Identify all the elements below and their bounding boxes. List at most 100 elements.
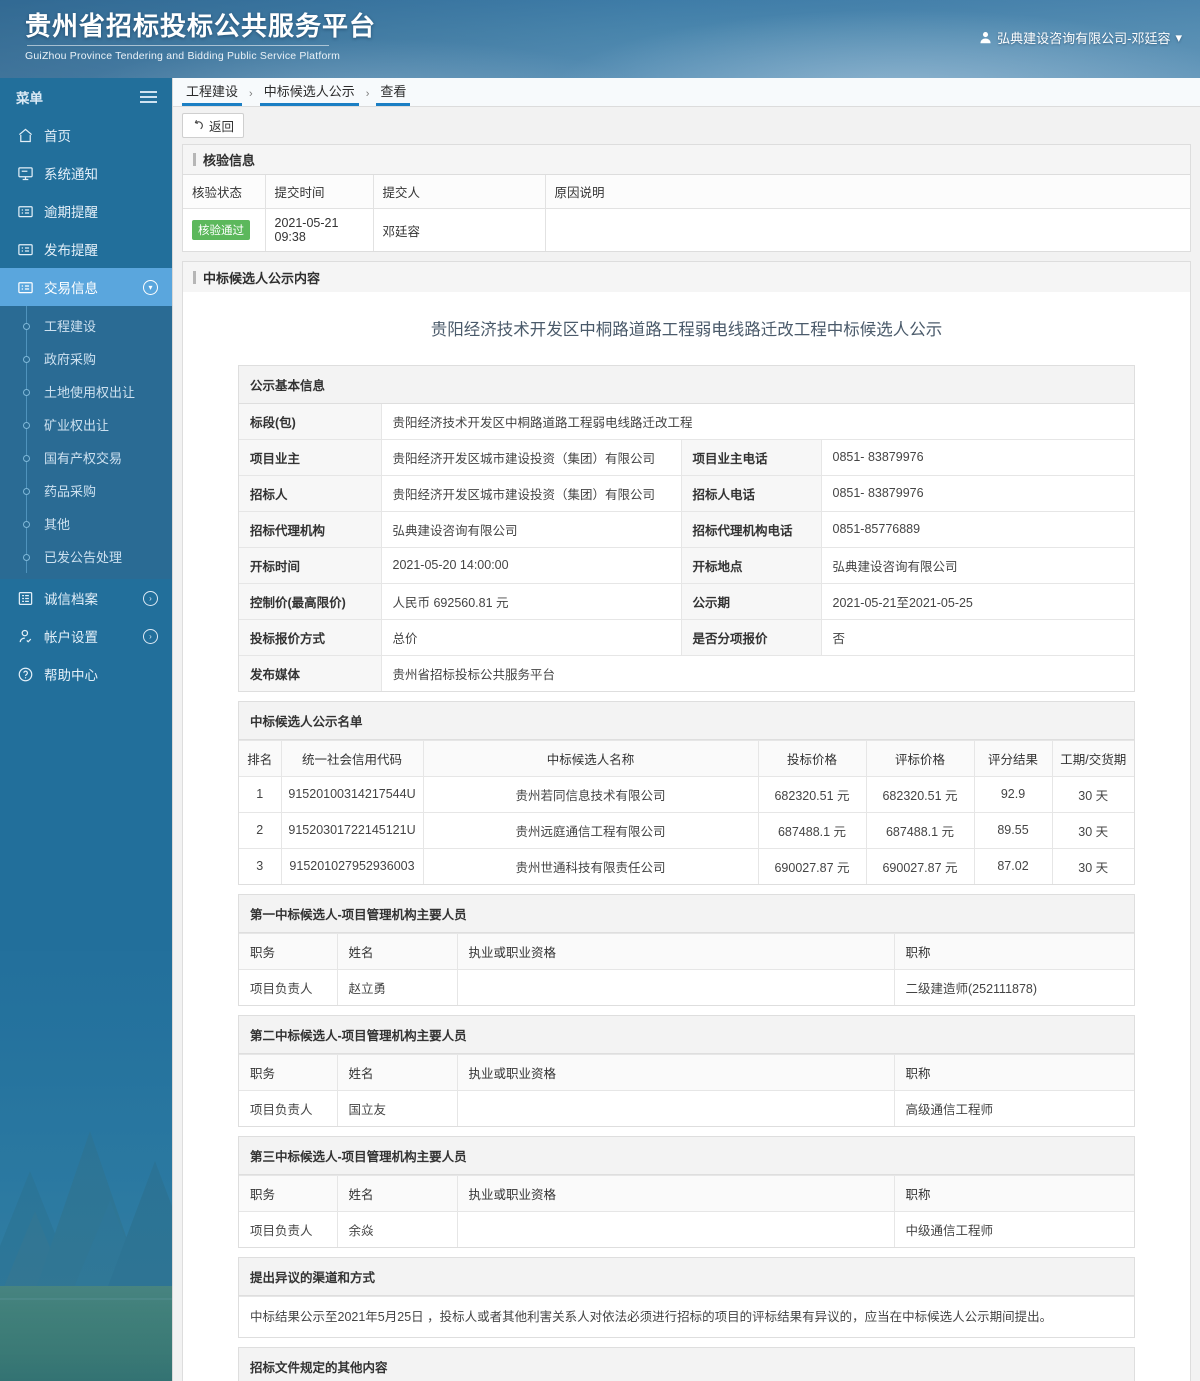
user-gear-icon (16, 627, 34, 645)
cell-title: 二级建造师(252111878) (894, 968, 1134, 1005)
cell-title: 高级通信工程师 (894, 1089, 1134, 1126)
sidebar-sublabel: 政府采购 (44, 352, 97, 367)
col-eval-price: 评标价格 (866, 739, 975, 777)
personnel-title-2: 第二中标候选人-项目管理机构主要人员 (239, 1015, 1134, 1054)
sidebar-subitem-land-use-rights[interactable]: 土地使用权出让 (0, 375, 172, 408)
sidebar-item-home[interactable]: 首页 (0, 116, 172, 154)
cell-candidate-name: 贵州世通科技有限责任公司 (423, 847, 759, 884)
col-title: 职称 (894, 932, 1134, 970)
table-row: 项目业主 贵阳经济开发区城市建设投资（集团）有限公司 项目业主电话 0851- … (239, 438, 1134, 476)
table-row: 投标报价方式 总价 是否分项报价 否 (239, 618, 1134, 656)
list-box-icon (16, 278, 34, 296)
cell-eval-price: 682320.51 元 (866, 775, 975, 813)
status-badge: 核验通过 (192, 220, 250, 240)
value-control-price: 人民币 692560.81 元 (381, 582, 682, 620)
col-qualification: 执业或职业资格 (457, 1174, 895, 1212)
undo-arrow-icon (192, 119, 205, 132)
main-content: 工程建设 › 中标候选人公示 › 查看 返回 核验信息 核验状态 提交时间 提交… (172, 78, 1200, 1381)
personnel-table-3: 职务 姓名 执业或职业资格 职称 项目负责人 余焱 中级通信工程师 (239, 1174, 1134, 1247)
sidebar-item-publish-reminder[interactable]: 发布提醒 (0, 230, 172, 268)
table-row: 2 91520301722145121U 贵州远庭通信工程有限公司 687488… (239, 811, 1134, 849)
objection-body: 中标结果公示至2021年5月25日 ，投标人或者其他利害关系人对依法必须进行招标… (239, 1295, 1134, 1337)
sidebar-subitem-engineering[interactable]: 工程建设 (0, 309, 172, 342)
cell-reason (545, 209, 1190, 252)
user-icon (979, 31, 992, 44)
verification-panel: 核验信息 核验状态 提交时间 提交人 原因说明 核验通过 2021-05-21 … (182, 144, 1191, 252)
sidebar-menu-label: 菜单 (16, 91, 43, 106)
back-button-label: 返回 (209, 120, 235, 134)
sidebar-sublabel: 土地使用权出让 (44, 385, 136, 400)
cell-credit-code: 91520100314217544U (281, 775, 424, 813)
question-circle-icon (16, 665, 34, 683)
col-position: 职务 (239, 932, 338, 970)
archive-icon (16, 589, 34, 607)
accent-bar (193, 153, 196, 166)
monitor-icon (16, 164, 34, 182)
cell-bid-price: 687488.1 元 (758, 811, 867, 849)
sidebar-label: 首页 (44, 129, 71, 144)
sidebar-subitem-gov-procurement[interactable]: 政府采购 (0, 342, 172, 375)
breadcrumb: 工程建设 › 中标候选人公示 › 查看 (173, 78, 1200, 107)
sidebar-sublabel: 工程建设 (44, 319, 97, 334)
candidates-title: 中标候选人公示名单 (239, 701, 1134, 740)
personnel-title-3: 第三中标候选人-项目管理机构主要人员 (239, 1136, 1134, 1175)
sidebar-item-overdue-reminder[interactable]: 逾期提醒 (0, 192, 172, 230)
sidebar-item-system-notice[interactable]: 系统通知 (0, 154, 172, 192)
cell-score: 92.9 (974, 775, 1053, 813)
col-status: 核验状态 (183, 175, 266, 209)
label-agency-phone: 招标代理机构电话 (681, 510, 822, 548)
back-button[interactable]: 返回 (182, 113, 245, 138)
breadcrumb-item-engineering[interactable]: 工程建设 (182, 81, 243, 106)
cell-eval-price: 687488.1 元 (866, 811, 975, 849)
table-row: 发布媒体 贵州省招标投标公共服务平台 (239, 654, 1134, 691)
label-lot: 标段(包) (239, 403, 382, 440)
chevron-down-icon: ▾ (1175, 29, 1182, 45)
cell-candidate-name: 贵州若同信息技术有限公司 (423, 775, 759, 813)
table-row: 核验通过 2021-05-21 09:38 邓廷容 (183, 208, 1190, 252)
sidebar-item-credit-archive[interactable]: 诚信档案 › (0, 579, 172, 617)
user-account-menu[interactable]: 弘典建设咨询有限公司-邓廷容 ▾ (979, 28, 1182, 47)
breadcrumb-separator: › (249, 88, 253, 100)
cell-duration: 30 天 (1052, 775, 1134, 813)
sidebar-item-transaction-info[interactable]: 交易信息 ▾ (0, 268, 172, 306)
label-open-time: 开标时间 (239, 546, 382, 584)
personnel-title-1: 第一中标候选人-项目管理机构主要人员 (239, 894, 1134, 933)
sidebar-item-help-center[interactable]: 帮助中心 (0, 655, 172, 693)
breadcrumb-separator: › (365, 88, 370, 100)
sidebar-subitem-drug-procurement[interactable]: 药品采购 (0, 474, 172, 507)
verification-panel-header: 核验信息 (183, 145, 1190, 175)
cell-candidate-name: 贵州远庭通信工程有限公司 (423, 811, 759, 849)
cell-duration: 30 天 (1052, 811, 1134, 849)
col-name: 姓名 (337, 1174, 458, 1212)
sidebar-subitem-published-notices[interactable]: 已发公告处理 (0, 540, 172, 573)
table-row: 1 91520100314217544U 贵州若同信息技术有限公司 682320… (239, 775, 1134, 813)
sidebar-subitem-other[interactable]: 其他 (0, 507, 172, 540)
breadcrumb-item-view[interactable]: 查看 (376, 81, 411, 106)
sidebar-submenu: 工程建设 政府采购 土地使用权出让 矿业权出让 国有产权交易 药品采购 其他 已… (0, 306, 172, 579)
table-header-row: 核验状态 提交时间 提交人 原因说明 (183, 175, 1190, 209)
value-itemized: 否 (821, 618, 1134, 656)
sidebar-subitem-state-property[interactable]: 国有产权交易 (0, 441, 172, 474)
table-header-row: 职务 姓名 执业或职业资格 职称 (239, 1053, 1134, 1091)
col-bid-price: 投标价格 (758, 739, 867, 777)
cell-position: 项目负责人 (239, 1210, 338, 1247)
sidebar-item-account-settings[interactable]: 帐户设置 › (0, 617, 172, 655)
sidebar-label: 逾期提醒 (44, 205, 98, 220)
table-row: 项目负责人 国立友 高级通信工程师 (239, 1089, 1134, 1126)
value-owner-phone: 0851- 83879976 (821, 438, 1134, 476)
value-media: 贵州省招标投标公共服务平台 (381, 654, 1134, 691)
value-open-time: 2021-05-20 14:00:00 (381, 546, 682, 584)
table-row: 招标代理机构 弘典建设咨询有限公司 招标代理机构电话 0851-85776889 (239, 510, 1134, 548)
value-agency-phone: 0851-85776889 (821, 510, 1134, 548)
cell-score: 87.02 (974, 847, 1053, 884)
basic-info-title: 公示基本信息 (239, 365, 1134, 404)
user-name: 弘典建设咨询有限公司-邓廷容 (997, 31, 1171, 46)
value-owner: 贵阳经济开发区城市建设投资（集团）有限公司 (381, 438, 682, 476)
breadcrumb-item-candidate-notice[interactable]: 中标候选人公示 (259, 81, 359, 106)
col-duration: 工期/交货期 (1052, 739, 1134, 777)
hamburger-icon[interactable] (140, 91, 157, 103)
col-score: 评分结果 (974, 739, 1053, 777)
sidebar-subitem-mining-rights[interactable]: 矿业权出让 (0, 408, 172, 441)
label-media: 发布媒体 (239, 654, 382, 691)
value-tenderer: 贵阳经济开发区城市建设投资（集团）有限公司 (381, 474, 682, 512)
